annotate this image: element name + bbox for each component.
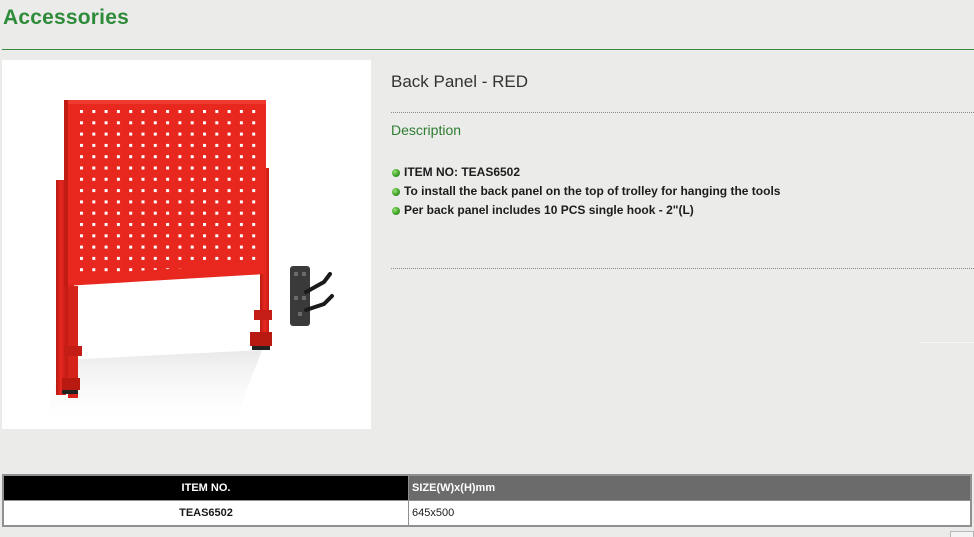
scroll-tab[interactable] bbox=[950, 531, 974, 537]
page-title: Accessories bbox=[3, 6, 129, 29]
description-heading: Description bbox=[391, 122, 462, 138]
left-bracket-upper bbox=[64, 346, 82, 356]
table-header-row: ITEM NO. SIZE(W)x(H)mm bbox=[3, 475, 972, 501]
feature-item: To install the back panel on the top of … bbox=[392, 183, 780, 202]
spec-table: ITEM NO. SIZE(W)x(H)mm TEAS6502 645x500 bbox=[2, 474, 972, 527]
product-image[interactable] bbox=[2, 60, 371, 429]
cell-item-no: TEAS6502 bbox=[3, 500, 409, 526]
bullet-icon bbox=[392, 169, 400, 177]
right-bracket-upper bbox=[254, 310, 272, 320]
left-foot bbox=[62, 390, 78, 394]
description-divider bbox=[391, 268, 974, 269]
back-panel-illustration bbox=[42, 100, 334, 429]
feature-item: ITEM NO: TEAS6502 bbox=[392, 164, 780, 183]
feature-item: Per back panel includes 10 PCS single ho… bbox=[392, 202, 780, 221]
feature-list: ITEM NO: TEAS6502 To install the back pa… bbox=[392, 164, 780, 221]
right-foot bbox=[252, 346, 270, 350]
single-hook-accessory bbox=[290, 266, 334, 326]
bullet-icon bbox=[392, 207, 400, 215]
cell-size: 645x500 bbox=[408, 500, 972, 526]
bullet-icon bbox=[392, 188, 400, 196]
feature-text: Per back panel includes 10 PCS single ho… bbox=[404, 203, 694, 217]
column-header-size: SIZE(W)x(H)mm bbox=[408, 475, 972, 501]
feature-text: ITEM NO: TEAS6502 bbox=[404, 165, 521, 179]
left-bracket-lower bbox=[62, 378, 80, 390]
faint-divider bbox=[920, 342, 974, 343]
table-row: TEAS6502 645x500 bbox=[3, 500, 972, 526]
title-divider bbox=[391, 112, 974, 113]
feature-text: To install the back panel on the top of … bbox=[404, 184, 781, 198]
product-title: Back Panel - RED bbox=[391, 72, 528, 91]
column-header-item-no: ITEM NO. bbox=[3, 475, 409, 501]
right-bracket-lower bbox=[250, 332, 272, 346]
heading-divider bbox=[2, 49, 974, 50]
peg-holes bbox=[80, 110, 258, 274]
